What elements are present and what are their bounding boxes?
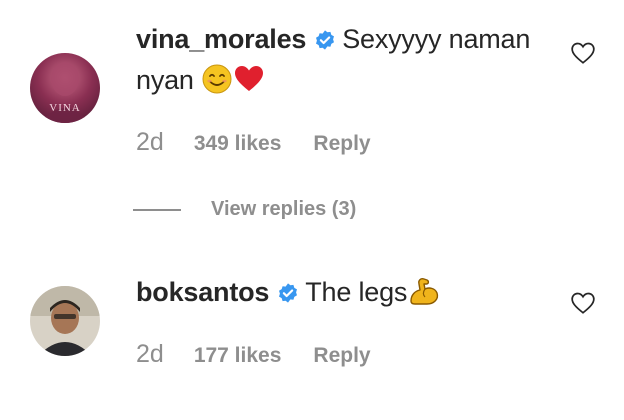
comment-meta: 2d 177 likes Reply: [136, 340, 371, 369]
avatar-text: VINA: [49, 102, 81, 114]
view-replies-divider: [133, 208, 181, 211]
comment-text-line1: Sexyyyy naman: [342, 24, 531, 54]
avatar-image: VINA: [30, 53, 100, 123]
view-replies-button[interactable]: View replies (3): [133, 198, 356, 221]
red-heart-emoji-icon: [233, 63, 265, 105]
avatar[interactable]: [30, 286, 100, 356]
verified-badge-icon: [277, 276, 299, 314]
smiling-face-emoji-icon: [201, 63, 233, 105]
flexed-biceps-emoji-icon: [407, 275, 441, 317]
view-replies-label: View replies (3): [211, 198, 357, 220]
avatar[interactable]: VINA: [30, 53, 100, 123]
avatar-image: [30, 286, 100, 356]
like-heart-icon[interactable]: [570, 40, 596, 66]
reply-button[interactable]: Reply: [313, 344, 370, 368]
comment-text: boksantos The legs: [136, 273, 536, 317]
comment-meta: 2d 349 likes Reply: [136, 128, 371, 157]
reply-button[interactable]: Reply: [313, 132, 370, 156]
verified-badge-icon: [314, 23, 336, 61]
username[interactable]: vina_morales: [136, 24, 306, 54]
comment-text-body: The legs: [305, 277, 408, 307]
likes-count[interactable]: 349 likes: [194, 132, 282, 156]
like-heart-icon[interactable]: [570, 290, 596, 316]
comment-text: vina_morales Sexyyyy naman nyan: [136, 20, 536, 105]
comment-boksantos: boksantos The legs 2d 177 likes Reply: [0, 260, 624, 400]
username[interactable]: boksantos: [136, 277, 269, 307]
comment-vina-morales: VINA vina_morales Sexyyyy naman nyan 2d 3…: [0, 0, 624, 250]
timestamp[interactable]: 2d: [136, 128, 164, 157]
likes-count[interactable]: 177 likes: [194, 344, 282, 368]
timestamp[interactable]: 2d: [136, 340, 164, 369]
comment-text-line2: nyan: [136, 65, 194, 95]
